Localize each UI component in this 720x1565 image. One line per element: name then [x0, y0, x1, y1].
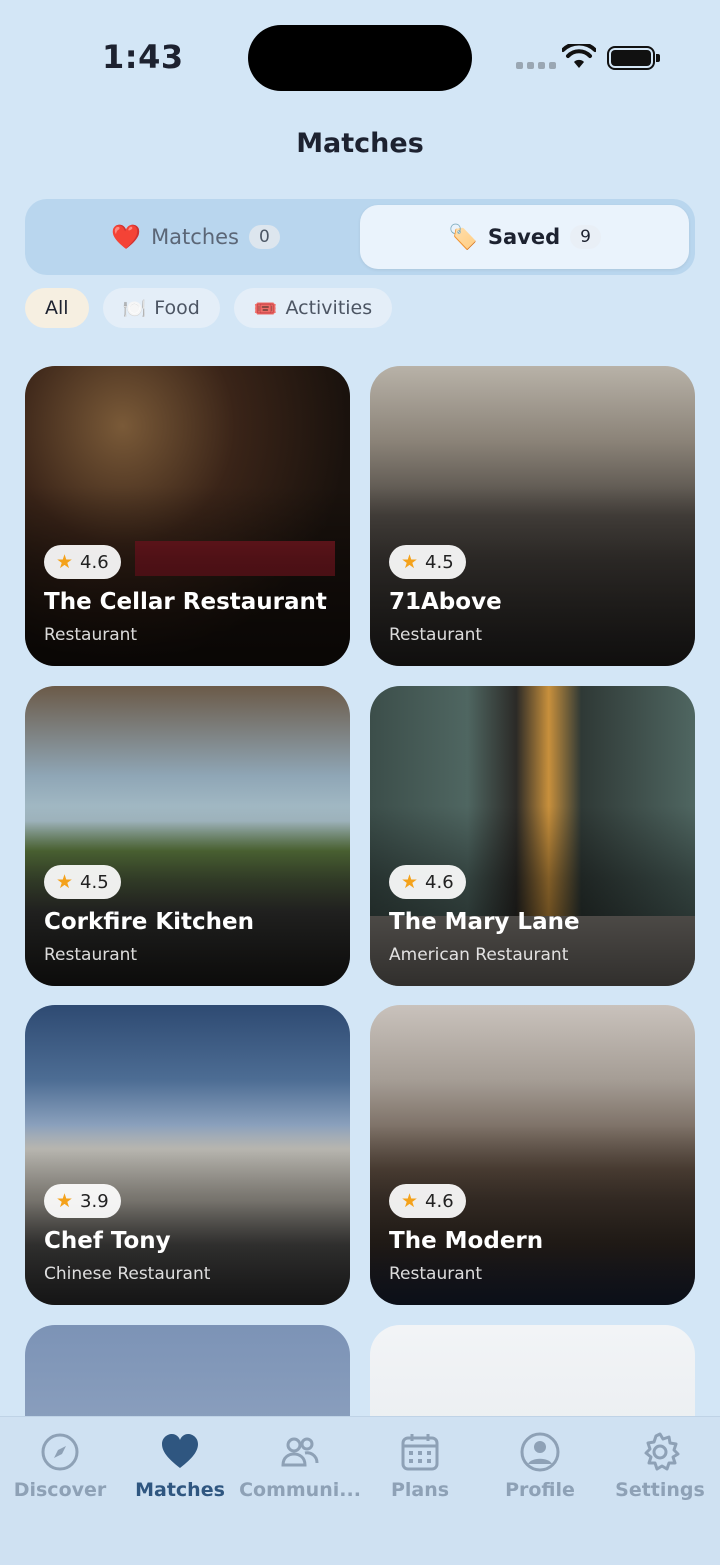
place-type: Restaurant: [44, 625, 138, 645]
star-icon: ★: [401, 871, 419, 893]
person-circle-icon: [520, 1432, 560, 1472]
dynamic-island: [248, 25, 472, 91]
place-name: Corkfire Kitchen: [44, 909, 254, 935]
filter-all[interactable]: All: [25, 288, 89, 328]
status-bar: 1:43: [0, 0, 720, 120]
rating-value: 3.9: [80, 1190, 109, 1212]
people-icon: [281, 1437, 319, 1467]
tab-bar: Discover Matches Communi... Plans Profil…: [0, 1416, 720, 1565]
star-icon: ★: [56, 551, 74, 573]
star-icon: ★: [56, 871, 74, 893]
ticket-emoji-icon: 🎟️: [253, 297, 278, 320]
place-name: The Modern: [389, 1228, 544, 1254]
place-card[interactable]: [370, 1325, 695, 1416]
status-time: 1:43: [102, 38, 184, 76]
filter-chips: All 🍽️ Food 🎟️ Activities: [25, 288, 393, 328]
filter-activities[interactable]: 🎟️ Activities: [233, 288, 393, 328]
wifi-icon: [562, 44, 596, 68]
compass-icon: [41, 1433, 79, 1471]
tab-label: Matches: [135, 1479, 225, 1501]
place-type: Restaurant: [389, 625, 483, 645]
star-icon: ★: [56, 1190, 74, 1212]
rating-badge: ★ 4.6: [44, 545, 121, 579]
place-card[interactable]: ★ 4.5 Corkfire Kitchen Restaurant: [25, 686, 350, 986]
place-card[interactable]: ★ 4.6 The Modern Restaurant: [370, 1005, 695, 1305]
page-title: Matches: [296, 128, 424, 159]
rating-value: 4.6: [80, 551, 109, 573]
rating-badge: ★ 4.6: [389, 865, 466, 899]
star-icon: ★: [401, 551, 419, 573]
tab-plans[interactable]: Plans: [360, 1417, 480, 1565]
place-type: Restaurant: [389, 1264, 483, 1284]
rating-badge: ★ 3.9: [44, 1184, 121, 1218]
heart-emoji-icon: ❤️: [111, 223, 142, 251]
place-card[interactable]: ★ 4.5 71Above Restaurant: [370, 366, 695, 666]
chip-label: Food: [154, 297, 200, 319]
tab-settings[interactable]: Settings: [600, 1417, 720, 1565]
tab-label: Communi...: [239, 1479, 361, 1501]
tab-label: Profile: [505, 1479, 575, 1501]
calendar-icon: [401, 1434, 439, 1471]
tab-community[interactable]: Communi...: [239, 1417, 361, 1565]
place-name: 71Above: [389, 589, 502, 615]
star-icon: ★: [401, 1190, 419, 1212]
rating-value: 4.6: [425, 871, 454, 893]
signal-icon: [516, 62, 556, 69]
tab-label: Discover: [13, 1479, 107, 1501]
chip-label: All: [45, 297, 69, 319]
rating-value: 4.5: [80, 871, 109, 893]
rating-badge: ★ 4.5: [44, 865, 121, 899]
tab-discover[interactable]: Discover: [0, 1417, 120, 1565]
tab-label: Plans: [390, 1479, 450, 1501]
place-type: Chinese Restaurant: [44, 1264, 211, 1284]
place-card[interactable]: ★ 4.6 The Cellar Restaurant Restaurant: [25, 366, 350, 666]
chip-label: Activities: [285, 297, 373, 319]
segment-label: Matches: [151, 225, 239, 249]
segment-matches[interactable]: ❤️ Matches 0: [31, 205, 360, 269]
place-card[interactable]: ★ 4.6 The Mary Lane American Restaurant: [370, 686, 695, 986]
saved-places-grid: ★ 4.6 The Cellar Restaurant Restaurant ★ 4…: [25, 366, 695, 1416]
segment-saved[interactable]: 🏷️ Saved 9: [360, 205, 689, 269]
count-badge: 9: [570, 225, 601, 249]
tab-profile[interactable]: Profile: [480, 1417, 600, 1565]
place-name: Chef Tony: [44, 1228, 171, 1254]
battery-icon: [607, 46, 660, 70]
heart-icon: [162, 1434, 198, 1468]
place-type: Restaurant: [44, 945, 138, 965]
filter-food[interactable]: 🍽️ Food: [102, 288, 220, 328]
segment-label: Saved: [487, 225, 561, 249]
tag-emoji-icon: 🏷️: [448, 223, 478, 251]
rating-badge: ★ 4.6: [389, 1184, 466, 1218]
gear-icon: [644, 1432, 680, 1471]
tab-matches[interactable]: Matches: [120, 1417, 240, 1565]
plate-emoji-icon: 🍽️: [122, 297, 147, 320]
place-type: American Restaurant: [389, 945, 569, 965]
count-badge: 0: [249, 225, 280, 249]
rating-value: 4.5: [425, 551, 454, 573]
place-card[interactable]: ★ 3.9 Chef Tony Chinese Restaurant: [25, 1005, 350, 1305]
rating-badge: ★ 4.5: [389, 545, 466, 579]
place-name: The Mary Lane: [389, 909, 580, 935]
place-card[interactable]: [25, 1325, 350, 1416]
matches-saved-segmented-control: ❤️ Matches 0 🏷️ Saved 9: [25, 199, 695, 275]
rating-value: 4.6: [425, 1190, 454, 1212]
tab-label: Settings: [615, 1479, 705, 1501]
place-name: The Cellar Restaurant: [44, 589, 327, 615]
